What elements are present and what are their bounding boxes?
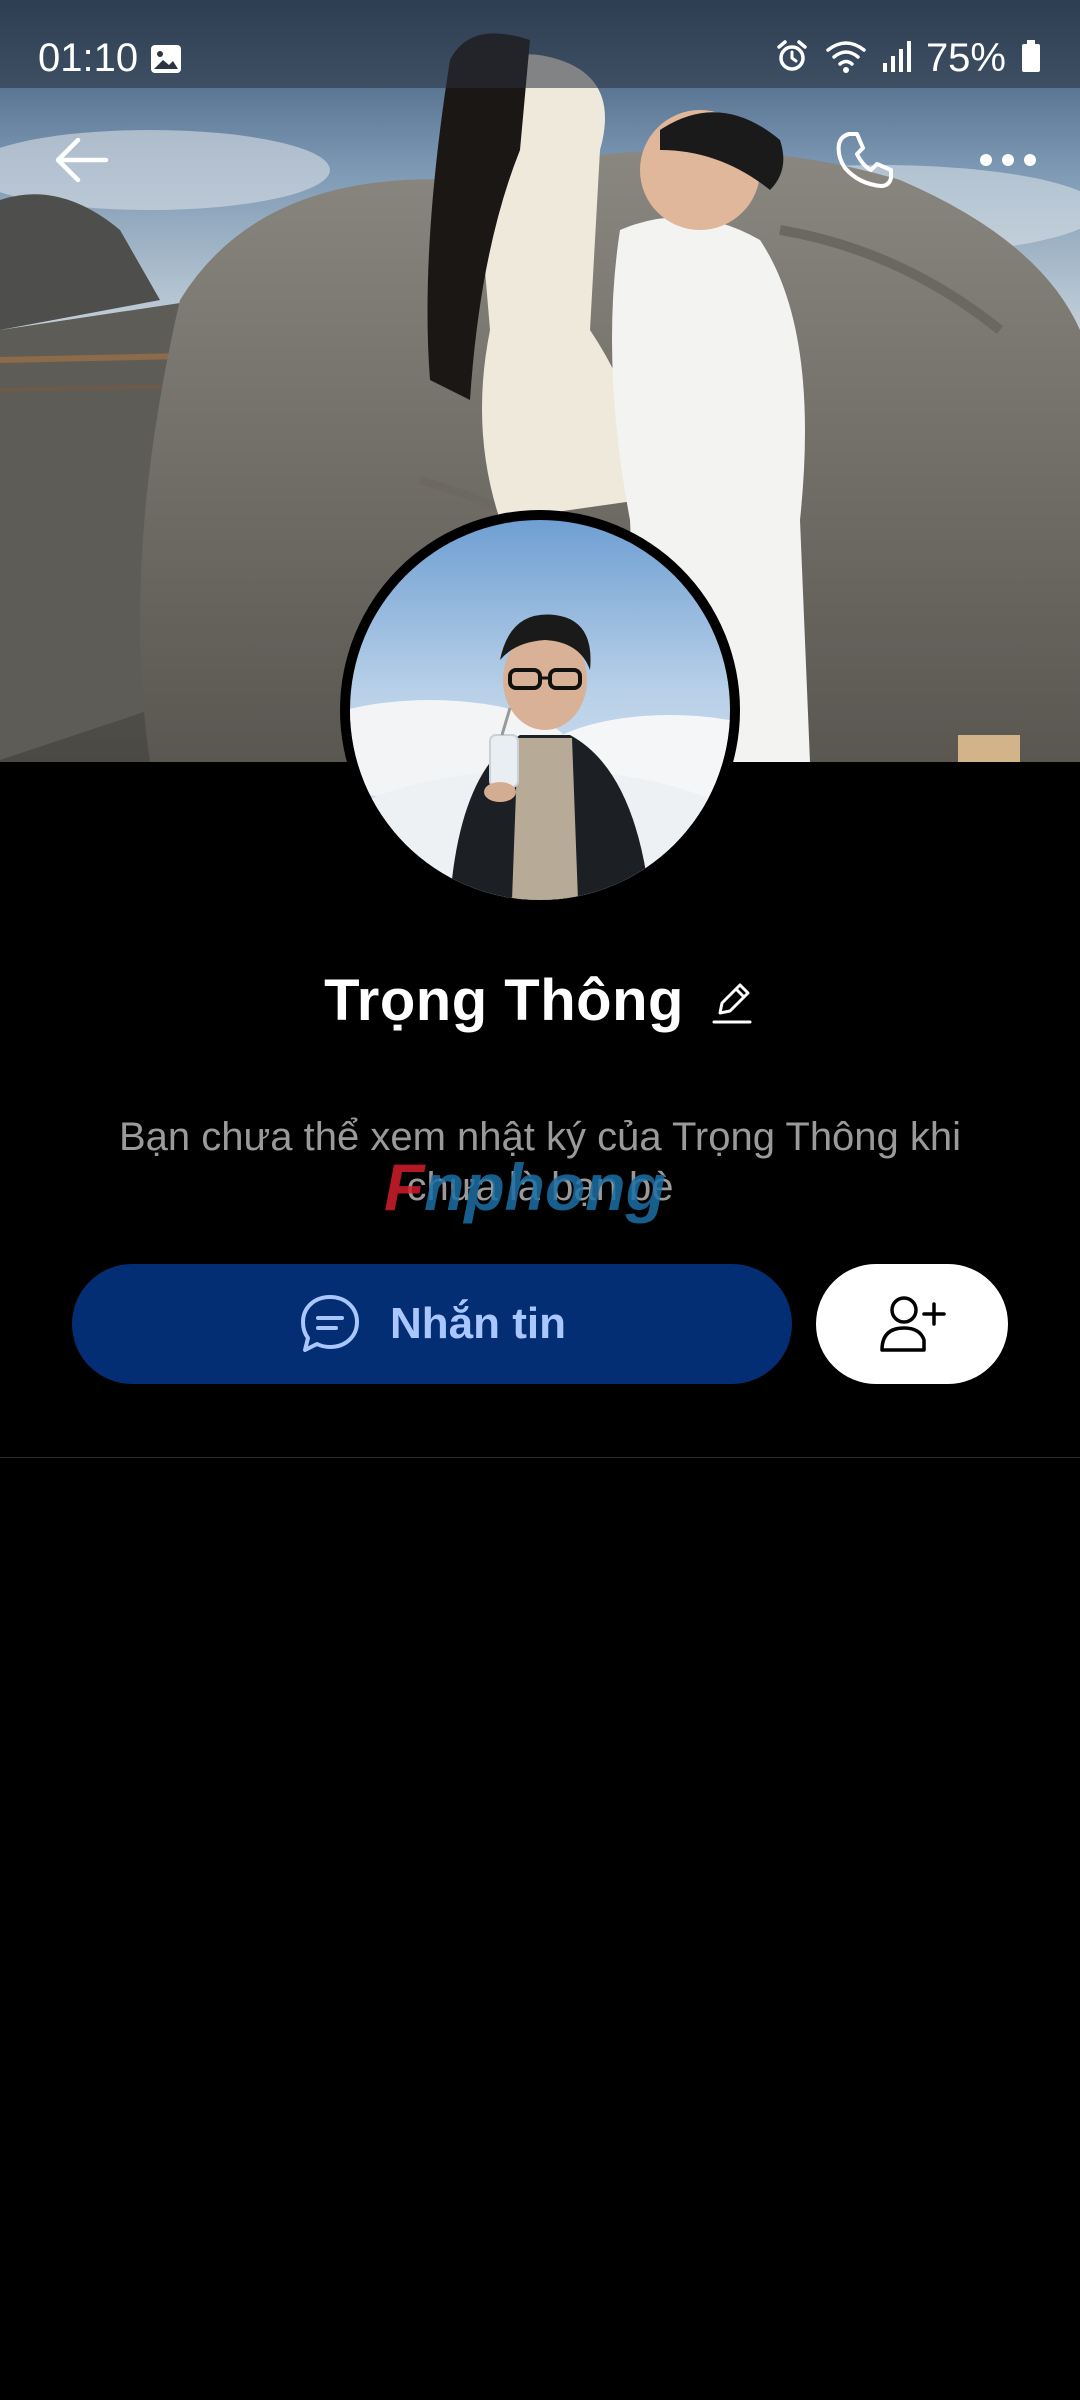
- section-divider: [0, 1457, 1080, 1458]
- message-button[interactable]: Nhắn tin: [72, 1264, 792, 1384]
- gallery-icon: [150, 44, 182, 74]
- add-friend-icon: [880, 1296, 946, 1352]
- battery-icon: [1020, 39, 1042, 78]
- diary-restricted-notice: Bạn chưa thể xem nhật ký của Trọng Thông…: [118, 1115, 962, 1209]
- chat-bubble-icon: [301, 1295, 359, 1352]
- battery-percentage: 75%: [925, 36, 1006, 80]
- alarm-icon: [774, 38, 810, 79]
- status-time: 01:10: [38, 36, 139, 80]
- back-arrow-icon: [55, 137, 109, 183]
- status-indicators: 75%: [774, 36, 1042, 80]
- edit-name-icon[interactable]: [708, 976, 756, 1028]
- avatar[interactable]: [340, 510, 740, 910]
- status-bar: 01:10 75%: [0, 0, 1080, 88]
- back-button[interactable]: [40, 122, 124, 198]
- name-row: Trọng Thông: [0, 960, 1080, 1040]
- profile-top-bar: [0, 100, 1080, 220]
- profile-name: Trọng Thông: [324, 967, 684, 1033]
- more-options-button[interactable]: [966, 122, 1050, 198]
- wifi-icon: [824, 38, 868, 79]
- message-button-label: Nhắn tin: [390, 1299, 566, 1348]
- avatar-photo: [350, 520, 730, 900]
- add-friend-button[interactable]: [816, 1264, 1008, 1384]
- pencil-icon: [712, 983, 752, 1024]
- call-button[interactable]: [820, 122, 910, 198]
- signal-icon: [882, 39, 912, 78]
- more-icon: [980, 154, 1036, 166]
- phone-icon: [836, 132, 893, 188]
